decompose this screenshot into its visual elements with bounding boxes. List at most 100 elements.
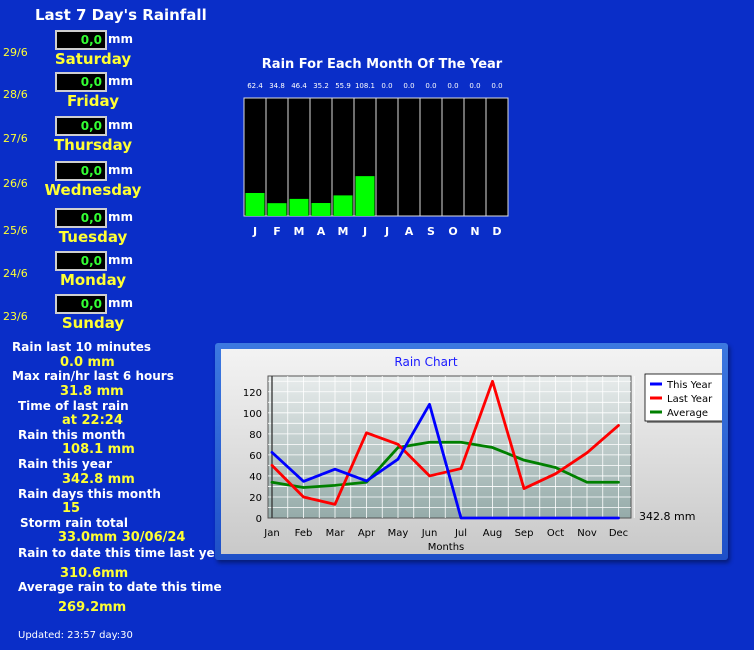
month-bar-value-label: 0.0 [491, 82, 502, 90]
month-tick-label: J [362, 225, 367, 238]
stat-label: Rain last 10 minutes [12, 340, 152, 354]
bar-chart-title: Rain For Each Month Of The Year [262, 57, 503, 72]
day-unit: mm [108, 32, 134, 46]
month-tick-label: D [492, 225, 501, 238]
month-bar-value-label: 35.2 [313, 82, 329, 90]
day-rain-value: 0,0 [55, 72, 107, 92]
stat-label: Time of last rain [18, 399, 129, 413]
y-tick-label: 0 [256, 514, 262, 525]
month-tick-label: J [384, 225, 389, 238]
rain-chart-panel: Rain Chart 0 20 40 60 80 100 120 Jan Feb Mar Apr May… [215, 343, 728, 560]
x-tick-label: Aug [483, 528, 503, 539]
month-tick-label: S [427, 225, 435, 238]
month-bar [267, 203, 287, 216]
x-tick-label: Sep [515, 528, 534, 539]
stat-value: 33.0mm 30/06/24 [58, 530, 186, 545]
month-tick-label: A [405, 225, 414, 238]
month-bar-value-label: 34.8 [269, 82, 285, 90]
day-unit: mm [108, 253, 134, 267]
day-name: Friday [66, 92, 119, 110]
month-bar-value-label: 0.0 [469, 82, 480, 90]
day-rain-value: 0,0 [55, 116, 107, 136]
day-unit: mm [108, 296, 134, 310]
day-unit: mm [108, 163, 134, 177]
month-bar-value-label: 0.0 [425, 82, 436, 90]
x-tick-label: Jul [454, 528, 467, 539]
stat-value: 0.0 mm [60, 355, 115, 370]
day-unit: mm [108, 118, 134, 132]
stat-label: Max rain/hr last 6 hours [12, 369, 174, 383]
stat-value: 269.2mm [58, 600, 127, 615]
legend-label: Average [667, 408, 708, 419]
stat-label: Storm rain total [20, 516, 128, 530]
x-tick-label: Jan [263, 528, 279, 539]
stat-label: Rain to date this time last year [18, 546, 229, 560]
x-axis-label: Months [428, 542, 465, 553]
stat-value: 310.6mm [60, 566, 129, 581]
x-tick-label: Apr [358, 528, 376, 539]
day-rain-value: 0,0 [55, 251, 107, 271]
x-tick-label: Oct [547, 528, 564, 539]
day-name: Monday [59, 271, 127, 289]
month-bar-value-label: 108.1 [355, 82, 375, 90]
month-tick-label: A [317, 225, 326, 238]
month-bar-value-label: 55.9 [335, 82, 351, 90]
legend-label: Last Year [667, 394, 713, 405]
month-bar-frame [463, 97, 487, 217]
y-tick-label: 20 [249, 493, 262, 504]
month-tick-label: N [470, 225, 479, 238]
day-name: Tuesday [58, 228, 128, 246]
x-tick-label: Feb [295, 528, 313, 539]
month-bar [333, 195, 353, 216]
day-name: Wednesday [44, 181, 142, 199]
month-bar [311, 203, 331, 216]
year-total-label: 342.8 mm [639, 510, 695, 523]
month-bar-value-label: 0.0 [381, 82, 392, 90]
day-name: Sunday [61, 314, 125, 332]
month-tick-label: J [252, 225, 257, 238]
month-bar-frame [419, 97, 443, 217]
month-tick-label: M [294, 225, 305, 238]
stat-value: 31.8 mm [60, 384, 124, 399]
stat-label: Rain this month [18, 428, 126, 442]
month-tick-label: F [273, 225, 281, 238]
day-rain-value: 0,0 [55, 30, 107, 50]
day-unit: mm [108, 74, 134, 88]
y-tick-label: 80 [249, 430, 262, 441]
month-bar-frame [287, 97, 311, 217]
page-title: Last 7 Day's Rainfall [35, 6, 207, 24]
month-tick-label: O [448, 225, 457, 238]
line-chart-title: Rain Chart [394, 355, 457, 369]
y-tick-label: 60 [249, 451, 262, 462]
day-rain-value: 0,0 [55, 294, 107, 314]
stat-label: Average rain to date this time [18, 580, 222, 594]
month-bar-value-label: 0.0 [403, 82, 414, 90]
month-bar [289, 198, 309, 216]
updated-timestamp: Updated: 23:57 day:30 [18, 630, 133, 641]
day-rain-value: 0,0 [55, 161, 107, 181]
stat-value: 15 [62, 501, 81, 516]
stat-value: 342.8 mm [62, 472, 135, 487]
month-bar-frame [309, 97, 333, 217]
y-tick-label: 40 [249, 472, 262, 483]
rain-line-chart: Rain Chart 0 20 40 60 80 100 120 Jan Feb Mar Apr May… [221, 349, 722, 554]
x-tick-label: Dec [609, 528, 628, 539]
month-bar-frame [375, 97, 399, 217]
day-unit: mm [108, 210, 134, 224]
x-tick-label: Jun [421, 528, 438, 539]
month-bar [355, 176, 375, 216]
x-tick-label: Mar [326, 528, 346, 539]
month-bar-frame [441, 97, 465, 217]
stat-value: 108.1 mm [62, 442, 135, 457]
stat-label: Rain days this month [18, 487, 161, 501]
stat-label: Rain this year [18, 457, 112, 471]
month-bar-value-label: 0.0 [447, 82, 458, 90]
month-bar-value-label: 62.4 [247, 82, 263, 90]
day-name: Thursday [53, 136, 133, 154]
y-tick-label: 100 [243, 409, 262, 420]
y-tick-label: 120 [243, 388, 262, 399]
month-bar [245, 192, 265, 216]
month-tick-label: M [338, 225, 349, 238]
month-bar-frame [397, 97, 421, 217]
month-bar-frame [485, 97, 509, 217]
